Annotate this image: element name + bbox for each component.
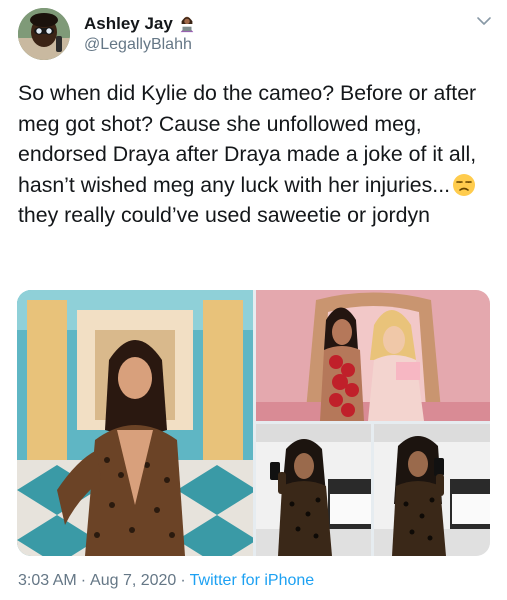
unamused-face-emoji-icon bbox=[453, 173, 476, 196]
author-handle[interactable]: @LegallyBlahh bbox=[84, 34, 196, 56]
author-display-name-row[interactable]: Ashley Jay bbox=[84, 14, 196, 34]
tweet-header: Ashley Jay @LegallyBlahh bbox=[18, 8, 493, 64]
author-names: Ashley Jay @LegallyBlahh bbox=[84, 14, 196, 56]
meta-separator-2: · bbox=[180, 572, 186, 589]
media-grid bbox=[17, 290, 490, 556]
woman-technologist-emoji-icon bbox=[180, 16, 194, 33]
tweet-text-part-2: they really could’ve used saweetie or jo… bbox=[18, 203, 430, 228]
tweet-meta: 3:03 AM · Aug 7, 2020 · Twitter for iPhone bbox=[18, 572, 314, 590]
tweet-date[interactable]: Aug 7, 2020 bbox=[90, 572, 176, 589]
photo-mirror-selfie-1[interactable] bbox=[256, 424, 371, 556]
photo-mirror-selfie-2[interactable] bbox=[374, 424, 490, 556]
tweet-text-part-1: So when did Kylie do the cameo? Before o… bbox=[18, 81, 483, 197]
tweet-source-link[interactable]: Twitter for iPhone bbox=[190, 572, 315, 589]
meta-separator: · bbox=[80, 572, 87, 589]
tweet-time[interactable]: 3:03 AM bbox=[18, 572, 77, 589]
photo-two-women-pink-set[interactable] bbox=[256, 290, 490, 421]
photo-kylie-cameo[interactable] bbox=[17, 290, 253, 556]
tweet-text: So when did Kylie do the cameo? Before o… bbox=[18, 78, 493, 231]
author-display-name[interactable]: Ashley Jay bbox=[84, 14, 173, 34]
avatar[interactable] bbox=[18, 8, 70, 60]
chevron-down-icon[interactable] bbox=[475, 12, 493, 30]
